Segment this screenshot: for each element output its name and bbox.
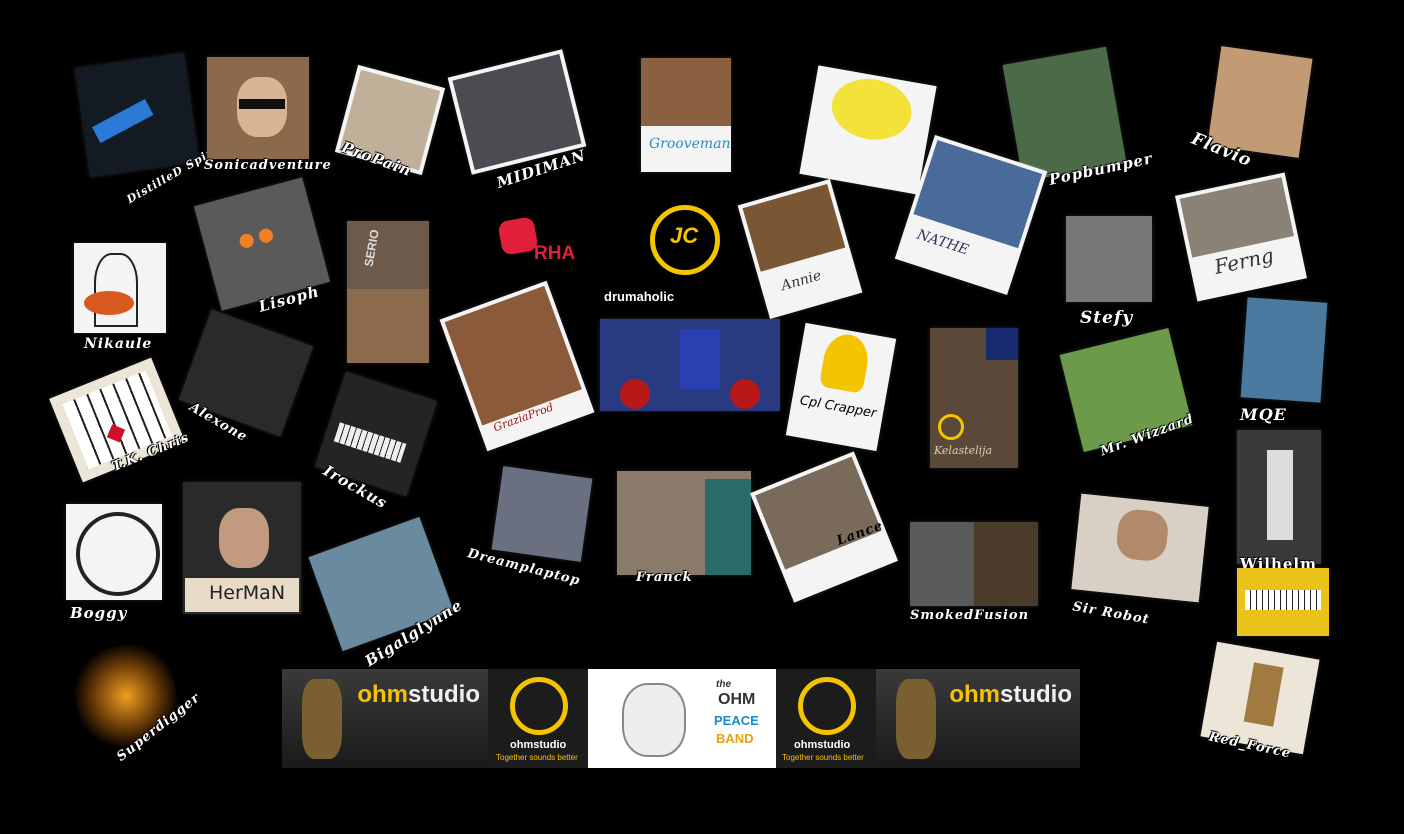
member-photo-sonicadventure <box>207 57 309 159</box>
member-photo-franck <box>617 471 751 575</box>
member-name-drumaholic: drumaholic <box>604 289 675 304</box>
member-photo-kelastalija: Kelastelija <box>930 328 1018 468</box>
member-name-nikaule: Nikaule <box>84 336 153 352</box>
member-photo-grazia: GraziaProd <box>439 280 595 452</box>
label-cpl-crapper: Cpl Crapper <box>798 393 878 422</box>
jc-label: JC <box>670 223 699 248</box>
banner-ohmstudio-badge-right: ohmstudio Together sounds better <box>776 669 876 768</box>
banner-ohmstudio-right: ohmstudio <box>876 669 1080 768</box>
member-photo-nikaule <box>74 243 166 333</box>
banner-ohmstudio-badge-left: ohmstudio Together sounds better <box>488 669 588 768</box>
ohmstudio-wordmark-right: ohmstudio <box>949 681 1072 708</box>
signature-annie: Annie <box>779 267 824 295</box>
member-photo-wilhelm-keys <box>1237 568 1329 636</box>
member-photo-ferng: Ferng <box>1174 172 1308 302</box>
member-name-mqe: MQE <box>1240 405 1287 424</box>
member-photo-boggy <box>66 504 162 600</box>
rha-logo: RHA <box>497 213 590 273</box>
member-name-boggy: Boggy <box>70 604 128 622</box>
banner-peace-band: the OHM PEACE BAND <box>588 669 776 768</box>
ohmstudio-wordmark-left: ohmstudio <box>357 681 480 708</box>
member-photo-drumaholic <box>600 319 780 411</box>
member-photo-herman: HerMaN <box>183 482 301 614</box>
member-photo-sir-robot <box>1071 493 1209 603</box>
member-name-franck: Franck <box>636 570 693 585</box>
member-name-stefy: Stefy <box>1080 308 1134 328</box>
signature-nathe: NATHE <box>914 226 971 259</box>
member-photo-smokedfusion <box>910 522 1038 606</box>
member-photo-distilled <box>74 52 200 178</box>
ohmstudio-tagline-left: Together sounds better <box>496 753 578 762</box>
signature-kelastalija: Kelastelija <box>934 444 993 457</box>
member-name-sonicadventure: Sonicadventure <box>204 158 332 173</box>
label-herman: HerMaN <box>209 582 286 604</box>
member-photo-wilhelm <box>1237 430 1321 564</box>
member-photo-superdigger <box>66 636 186 756</box>
member-name-sir-robot: Sir Robot <box>1071 599 1151 628</box>
banner-ohmstudio-left: ohmstudio <box>282 669 488 768</box>
ohmstudio-badge-label-left: ohmstudio <box>510 739 567 751</box>
ohmstudio-tagline-right: Together sounds better <box>782 753 864 762</box>
peace-peace: PEACE <box>714 713 759 728</box>
serio-label: SERIO <box>361 228 382 268</box>
member-photo-serio: SERIO <box>347 221 429 363</box>
rha-label: RHA <box>534 243 576 264</box>
peace-the: the <box>716 679 731 690</box>
member-photo-annie: Annie <box>737 179 863 319</box>
member-name-smokedfusion: SmokedFusion <box>910 608 1030 623</box>
member-photo-lance-cartoon <box>799 65 937 195</box>
member-photo-dreamplaptop <box>491 466 593 562</box>
signature-grooveman: Grooveman <box>649 136 731 152</box>
peace-band: BAND <box>716 731 754 746</box>
ohmstudio-badge-label-right: ohmstudio <box>794 739 851 751</box>
member-photo-grooveman: Grooveman <box>641 58 731 172</box>
member-photo-stefy <box>1066 216 1152 302</box>
peace-ohm: OHM <box>718 691 756 708</box>
jc-logo: JC <box>632 205 724 281</box>
member-photo-mqe <box>1240 297 1328 403</box>
member-photo-cpl-crapper: Cpl Crapper <box>785 322 897 452</box>
